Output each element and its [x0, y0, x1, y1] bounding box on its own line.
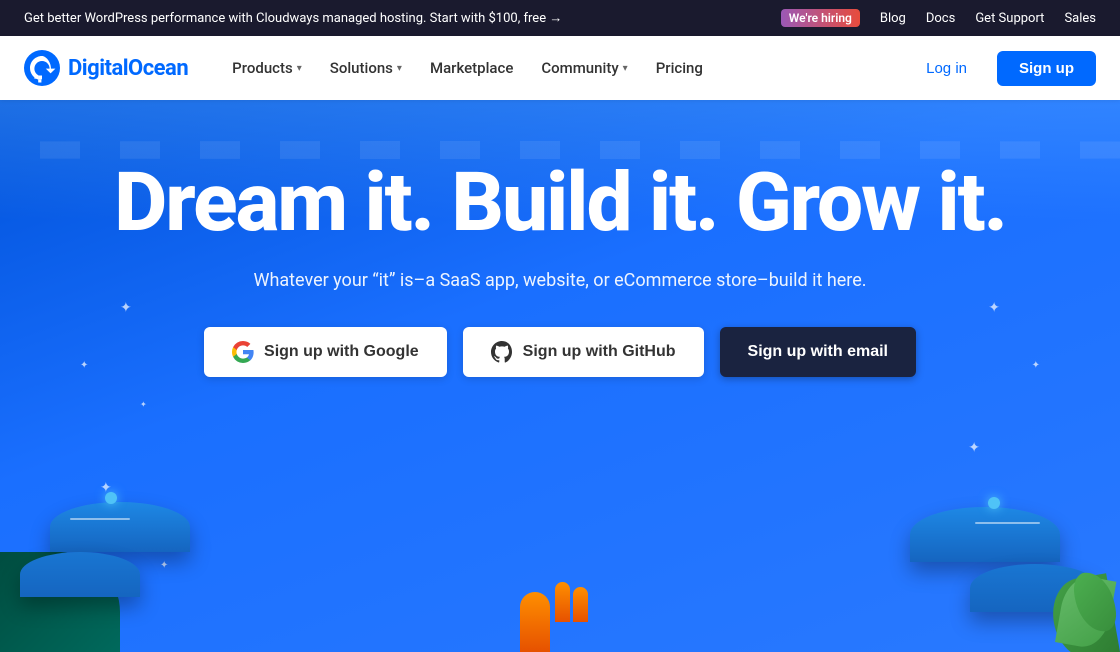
solutions-chevron: ▾: [397, 63, 402, 74]
pricing-label: Pricing: [656, 59, 703, 77]
logo-icon: [24, 50, 60, 86]
signup-google-button[interactable]: Sign up with Google: [204, 327, 447, 377]
github-icon: [491, 341, 513, 363]
signup-google-label: Sign up with Google: [264, 343, 419, 361]
products-label: Products: [232, 59, 293, 77]
docs-link[interactable]: Docs: [926, 11, 955, 26]
nav-links: Products ▾ Solutions ▾ Marketplace Commu…: [220, 51, 908, 85]
signup-email-label: Sign up with email: [748, 343, 888, 361]
nav-community[interactable]: Community ▾: [529, 51, 639, 85]
sales-link[interactable]: Sales: [1064, 11, 1096, 26]
hero-content: Dream it. Build it. Grow it. Whatever yo…: [94, 160, 1026, 377]
navbar: DigitalOcean Products ▾ Solutions ▾ Mark…: [0, 36, 1120, 100]
platform-line-left: [70, 518, 130, 520]
solutions-label: Solutions: [330, 59, 393, 77]
hero-subtitle: Whatever your “it” is–a SaaS app, websit…: [114, 270, 1006, 291]
hand-decoration: [520, 592, 550, 652]
platform-glow-right: [988, 497, 1000, 509]
nav-actions: Log in Sign up: [908, 51, 1096, 86]
nav-marketplace[interactable]: Marketplace: [418, 51, 525, 85]
platform-left-1: [50, 502, 190, 552]
plant-decoration: [1030, 522, 1120, 652]
platform-glow-left: [105, 492, 117, 504]
community-label: Community: [541, 59, 618, 77]
cta-buttons: Sign up with Google Sign up with GitHub …: [114, 327, 1006, 377]
support-link[interactable]: Get Support: [975, 11, 1044, 26]
blog-link[interactable]: Blog: [880, 11, 906, 26]
login-button[interactable]: Log in: [908, 52, 985, 85]
signup-email-button[interactable]: Sign up with email: [720, 327, 916, 377]
google-icon: [232, 341, 254, 363]
hero-title: Dream it. Build it. Grow it.: [114, 160, 1006, 246]
nav-products[interactable]: Products ▾: [220, 51, 314, 85]
marketplace-label: Marketplace: [430, 59, 513, 77]
sparkle-3: ✦: [140, 400, 147, 409]
top-links: We're hiring Blog Docs Get Support Sales: [781, 9, 1096, 27]
logo-text: DigitalOcean: [68, 56, 188, 81]
sparkle-8: ✦: [968, 440, 980, 456]
sparkle-2: ✦: [80, 360, 88, 371]
signup-github-label: Sign up with GitHub: [523, 343, 676, 361]
signup-button[interactable]: Sign up: [997, 51, 1096, 86]
nav-solutions[interactable]: Solutions ▾: [318, 51, 414, 85]
hero-section: ✦ ✦ ✦ ✦ ✦ ✦ ✦ ✦ ✦ ✦ Dream it. Build it. …: [0, 100, 1120, 652]
logo[interactable]: DigitalOcean: [24, 50, 188, 86]
products-chevron: ▾: [297, 63, 302, 74]
signup-github-button[interactable]: Sign up with GitHub: [463, 327, 704, 377]
community-chevron: ▾: [623, 63, 628, 74]
promo-link[interactable]: Get better WordPress performance with Cl…: [24, 11, 562, 26]
sparkle-7: ✦: [1032, 360, 1040, 371]
platform-left-2: [20, 552, 140, 597]
nav-pricing[interactable]: Pricing: [644, 51, 715, 85]
promo-text[interactable]: Get better WordPress performance with Cl…: [24, 10, 781, 26]
hiring-badge[interactable]: We're hiring: [781, 9, 860, 27]
sparkle-5: ✦: [160, 560, 168, 571]
announcement-bar: Get better WordPress performance with Cl…: [0, 0, 1120, 36]
